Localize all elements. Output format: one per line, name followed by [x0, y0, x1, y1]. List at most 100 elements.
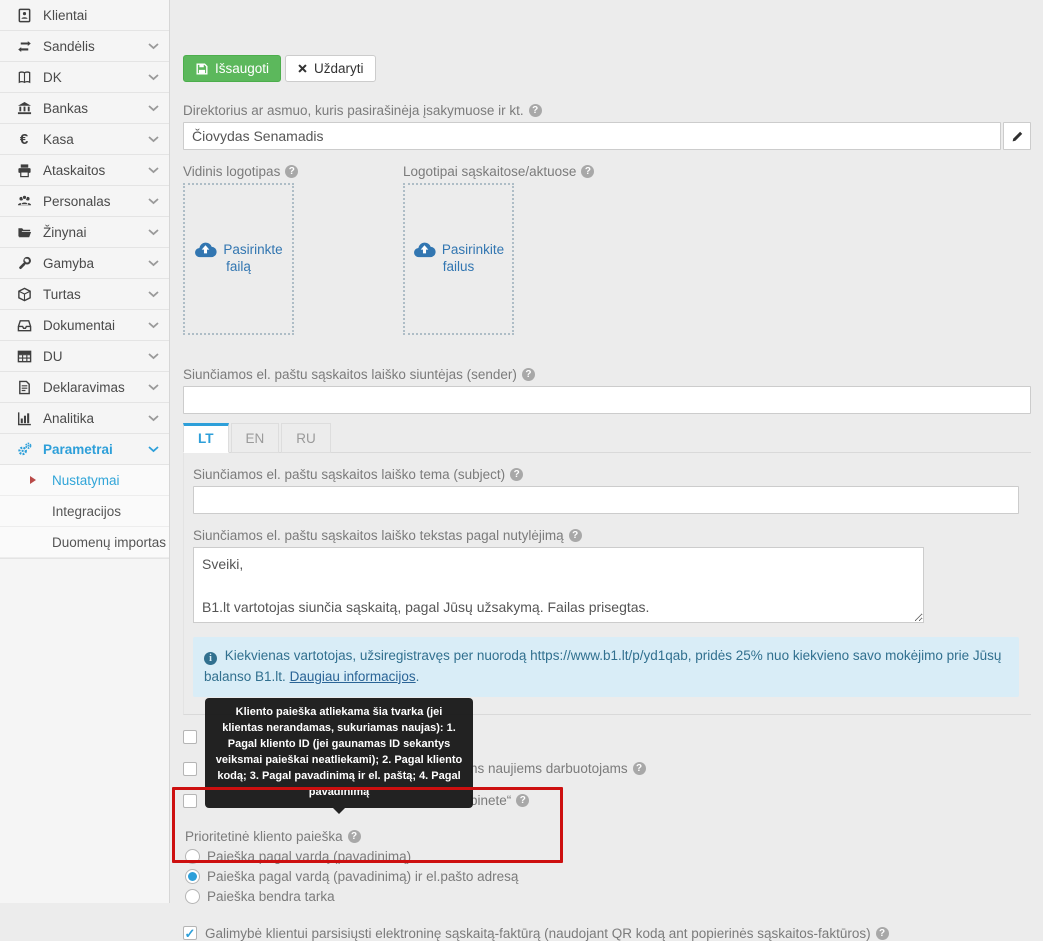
invoice-logo-label: Logotipai sąskaitose/aktuose — [403, 164, 576, 179]
email-body-textarea[interactable]: Sveiki, B1.lt vartotojas siunčia sąskait… — [193, 547, 924, 623]
radio-button[interactable] — [185, 849, 200, 864]
sidebar-item-gamyba[interactable]: Gamyba — [0, 248, 169, 279]
printer-icon — [13, 163, 35, 178]
close-icon — [297, 63, 308, 74]
radio-label: Paieška pagal vardą (pavadinimą) ir el.p… — [207, 869, 518, 884]
internal-logo-label: Vidinis logotipas — [183, 164, 280, 179]
help-icon[interactable]: ? — [633, 762, 646, 775]
sidebar-item-personalas[interactable]: Personalas — [0, 186, 169, 217]
sidebar-item-analitika[interactable]: Analitika — [0, 403, 169, 434]
help-icon[interactable]: ? — [581, 165, 594, 178]
folder-icon — [13, 225, 35, 240]
submenu-item-integracijos[interactable]: Integracijos — [0, 496, 169, 527]
sender-input[interactable] — [183, 386, 1031, 414]
submenu-item-label: Duomenų importas — [52, 535, 166, 550]
chevron-down-icon — [148, 260, 159, 267]
chevron-down-icon — [148, 43, 159, 50]
qr-checkbox-row: Galimybė klientui parsisiųsti elektronin… — [183, 926, 1031, 941]
upload-cloud-icon — [194, 241, 217, 258]
chevron-down-icon — [148, 74, 159, 81]
director-label: Direktorius ar asmuo, kuris pasirašinėja… — [183, 103, 524, 118]
edit-button[interactable] — [1003, 122, 1031, 150]
sidebar-item-label: Gamyba — [43, 256, 148, 271]
save-button-label: Išsaugoti — [215, 61, 269, 76]
toolbar: Išsaugoti Uždaryti — [183, 55, 1031, 82]
sidebar-item-label: Personalas — [43, 194, 148, 209]
save-icon — [195, 62, 209, 76]
help-icon[interactable]: ? — [569, 529, 582, 542]
submenu-item-label: Nustatymai — [52, 473, 120, 488]
parametrai-submenu: Nustatymai Integracijos Duomenų importas — [0, 465, 169, 559]
sidebar-item-label: Sandėlis — [43, 39, 148, 54]
sidebar-item-label: Ataskaitos — [43, 163, 148, 178]
subject-input[interactable] — [193, 486, 1019, 514]
help-icon[interactable]: ? — [529, 104, 542, 117]
body-label: Siunčiamos el. paštu sąskaitos laiško te… — [193, 528, 564, 543]
radio-button-selected[interactable] — [185, 869, 200, 884]
help-icon[interactable]: ? — [348, 830, 361, 843]
chevron-down-icon — [148, 415, 159, 422]
sidebar-item-label: DU — [43, 349, 148, 364]
sidebar-item-klientai[interactable]: Klientai — [0, 0, 169, 31]
sidebar-item-label: Dokumentai — [43, 318, 148, 333]
sidebar-item-bankas[interactable]: Bankas — [0, 93, 169, 124]
sidebar-item-deklaravimas[interactable]: Deklaravimas — [0, 372, 169, 403]
radio-button[interactable] — [185, 889, 200, 904]
help-icon[interactable]: ? — [516, 794, 529, 807]
save-button[interactable]: Išsaugoti — [183, 55, 281, 82]
sidebar-item-sandelis[interactable]: Sandėlis — [0, 31, 169, 62]
sidebar-item-label: Analitika — [43, 411, 148, 426]
chevron-down-icon — [148, 446, 159, 453]
sidebar: Klientai Sandėlis DK Bankas € Kasa Atask… — [0, 0, 170, 903]
users-icon — [13, 194, 35, 209]
tab-lt[interactable]: LT — [183, 423, 229, 453]
priority-search-group: Prioritetinė kliento paieška ? Paieška p… — [183, 829, 1031, 904]
sidebar-item-dk[interactable]: DK — [0, 62, 169, 93]
help-icon[interactable]: ? — [876, 927, 889, 940]
upload-cloud-icon — [413, 241, 436, 258]
close-button-label: Uždaryti — [314, 61, 364, 76]
checkbox[interactable] — [183, 730, 197, 744]
submenu-item-nustatymai[interactable]: Nustatymai — [0, 465, 169, 496]
help-icon[interactable]: ? — [285, 165, 298, 178]
sidebar-item-ataskaitos[interactable]: Ataskaitos — [0, 155, 169, 186]
checkbox-checked[interactable] — [183, 926, 197, 940]
tab-en[interactable]: EN — [231, 423, 280, 453]
chevron-down-icon — [148, 229, 159, 236]
internal-logo-upload[interactable]: Pasirinkte failą — [183, 183, 294, 335]
checkbox[interactable] — [183, 762, 197, 776]
sidebar-item-label: Žinynai — [43, 225, 148, 240]
wrench-icon — [13, 256, 35, 271]
checkbox[interactable] — [183, 794, 197, 808]
help-icon[interactable]: ? — [522, 368, 535, 381]
more-info-link[interactable]: Daugiau informacijos — [290, 669, 416, 684]
submenu-item-duomenu-importas[interactable]: Duomenų importas — [0, 527, 169, 558]
sidebar-item-dokumentai[interactable]: Dokumentai — [0, 310, 169, 341]
sidebar-item-label: Turtas — [43, 287, 148, 302]
sidebar-item-label: Klientai — [43, 8, 159, 23]
tab-ru[interactable]: RU — [281, 423, 331, 453]
priority-search-label-row: Prioritetinė kliento paieška ? — [185, 829, 1031, 844]
sidebar-item-label: Kasa — [43, 132, 148, 147]
language-tabs: LT EN RU — [183, 422, 1031, 453]
inbox-icon — [13, 318, 35, 333]
cube-icon — [13, 287, 35, 302]
help-icon[interactable]: ? — [510, 468, 523, 481]
director-input[interactable] — [183, 122, 1001, 150]
bar-chart-icon — [13, 411, 35, 426]
radio-row-1: Paieška pagal vardą (pavadinimą) — [185, 849, 1031, 864]
sidebar-item-zinynai[interactable]: Žinynai — [0, 217, 169, 248]
upload-label-line2: failus — [443, 258, 475, 277]
sidebar-item-du[interactable]: DU — [0, 341, 169, 372]
radio-label: Paieška bendra tarka — [207, 889, 335, 904]
invoice-logo-upload[interactable]: Pasirinkite failus — [403, 183, 514, 335]
sidebar-item-turtas[interactable]: Turtas — [0, 279, 169, 310]
sidebar-item-parametrai[interactable]: Parametrai — [0, 434, 169, 465]
chevron-down-icon — [148, 322, 159, 329]
close-button[interactable]: Uždaryti — [285, 55, 376, 82]
document-icon — [13, 380, 35, 395]
qr-checkbox-label: Galimybė klientui parsisiųsti elektronin… — [205, 926, 871, 941]
sidebar-item-kasa[interactable]: € Kasa — [0, 124, 169, 155]
referral-info-box: i Kiekvienas vartotojas, užsiregistravęs… — [193, 637, 1019, 697]
sidebar-item-label: DK — [43, 70, 148, 85]
